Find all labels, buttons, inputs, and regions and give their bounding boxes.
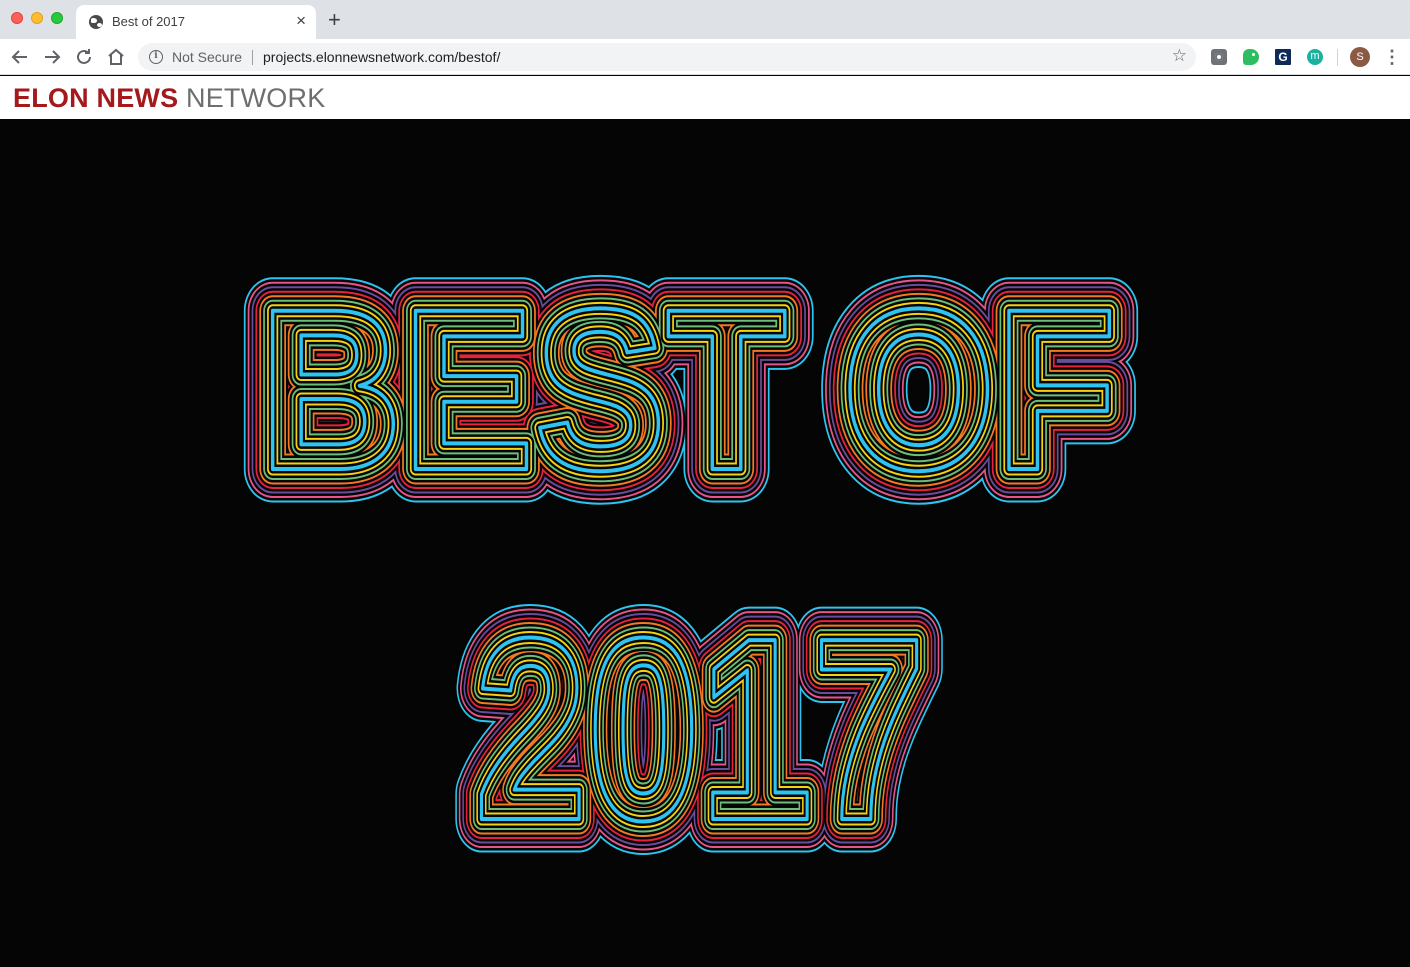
toolbar-divider	[1337, 49, 1338, 66]
minimize-window-button[interactable]	[31, 12, 43, 24]
site-header: ELON NEWS NETWORK	[0, 76, 1410, 119]
address-divider	[252, 50, 253, 65]
m-extension-icon[interactable]: m	[1307, 49, 1323, 65]
hero-line1-outlines: BEST OFBEST OFBEST OFBEST OFBEST OFBEST …	[226, 229, 1150, 552]
back-arrow-icon[interactable]	[8, 45, 32, 69]
evernote-extension-icon[interactable]	[1243, 49, 1259, 65]
bookmark-star-icon[interactable]: ☆	[1172, 46, 1187, 66]
camera-extension-icon[interactable]	[1211, 49, 1227, 65]
elon-news-network-logo[interactable]: ELON NEWS NETWORK	[13, 83, 325, 113]
tab-close-icon[interactable]: ×	[296, 11, 306, 31]
hero-line2-text: 2017	[474, 585, 925, 875]
hero-banner: BEST OF BEST OF BEST OF BEST OF BEST OF BEST …	[0, 119, 1410, 967]
address-bar[interactable]: i Not Secure projects.elonnewsnetwork.co…	[138, 43, 1196, 71]
tab-best-of-2017[interactable]: Best of 2017 ×	[76, 5, 316, 39]
globe-icon	[89, 15, 103, 29]
grammarly-extension-icon[interactable]: G	[1275, 49, 1291, 65]
browser-toolbar: i Not Secure projects.elonnewsnetwork.co…	[0, 39, 1410, 75]
logo-part-elon-news: ELON NEWS	[13, 83, 179, 113]
more-menu-icon[interactable]: ⋮	[1383, 46, 1401, 68]
profile-avatar[interactable]: S	[1350, 47, 1370, 67]
best-of-2017-artwork: BEST OFBEST OFBEST OFBEST OFBEST OFBEST …	[226, 229, 1150, 907]
maximize-window-button[interactable]	[51, 12, 63, 24]
new-tab-button[interactable]: +	[328, 8, 341, 32]
security-label[interactable]: Not Secure	[172, 49, 242, 65]
hero-line2-outlines: 2017201720172017201720172017201720172017…	[443, 553, 958, 907]
tab-title: Best of 2017	[112, 14, 185, 29]
home-icon[interactable]	[104, 45, 128, 69]
hero-line1-text: BEST OF	[259, 262, 1116, 518]
forward-arrow-icon[interactable]	[40, 45, 64, 69]
browser-tab-strip: Best of 2017 × +	[0, 0, 1410, 39]
info-icon[interactable]: i	[149, 50, 163, 64]
reload-icon[interactable]	[72, 45, 96, 69]
logo-part-network: NETWORK	[178, 83, 326, 113]
close-window-button[interactable]	[11, 12, 23, 24]
url-text[interactable]: projects.elonnewsnetwork.com/bestof/	[263, 49, 500, 65]
